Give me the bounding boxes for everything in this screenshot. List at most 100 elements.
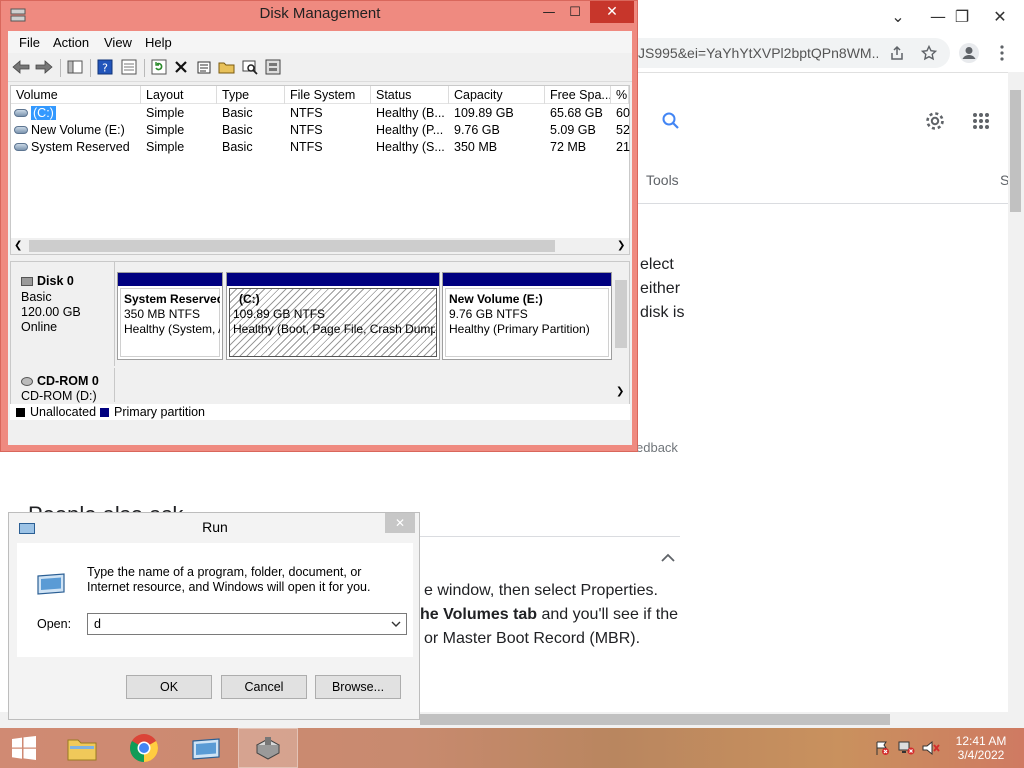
browser-vertical-scroll-thumb[interactable] xyxy=(1010,90,1021,212)
partition-status: Healthy (Primary Partition) xyxy=(449,322,590,336)
system-clock[interactable]: 12:41 AM 3/4/2022 xyxy=(940,734,1022,762)
partition-new-volume-e[interactable]: New Volume (E:) 9.76 GB NTFS Healthy (Pr… xyxy=(442,272,612,360)
cancel-button[interactable]: Cancel xyxy=(221,675,307,699)
forward-arrow-icon[interactable] xyxy=(35,58,53,76)
cdrom-0-label[interactable]: CD-ROM 0 CD-ROM (D:) xyxy=(11,368,115,403)
clock-time: 12:41 AM xyxy=(955,734,1007,748)
partition-size: 109.89 GB NTFS xyxy=(233,307,326,321)
answer-line: or Master Boot Record (MBR). xyxy=(424,630,641,647)
start-button[interactable] xyxy=(0,728,48,768)
scroll-left-arrow-icon[interactable]: ❮ xyxy=(14,240,22,251)
disk-graphical-view[interactable]: Disk 0 Basic 120.00 GB Online System Res… xyxy=(10,261,630,419)
menu-action[interactable]: Action xyxy=(53,35,89,50)
snippet-line: elect xyxy=(640,256,674,273)
column-header-layout[interactable]: Layout xyxy=(141,86,217,104)
hard-disk-icon xyxy=(21,277,33,286)
disk-0-label[interactable]: Disk 0 Basic 120.00 GB Online xyxy=(11,262,115,366)
toolbar-separator xyxy=(144,59,145,77)
volume-drive-icon xyxy=(14,109,28,117)
volume-status: Healthy (S... xyxy=(376,140,445,154)
run-close-button[interactable]: ✕ xyxy=(385,513,415,533)
menu-view[interactable]: View xyxy=(104,35,132,50)
action-center-flag-icon[interactable] xyxy=(874,740,890,760)
browser-horizontal-scroll-thumb[interactable] xyxy=(420,714,890,725)
answer-line: e window, then select Properties. xyxy=(424,582,658,599)
chevron-down-icon[interactable] xyxy=(388,615,404,633)
menu-help[interactable]: Help xyxy=(145,35,172,50)
column-header-free-space[interactable]: Free Spa... xyxy=(545,86,611,104)
volume-percent-free: 52 xyxy=(616,123,630,137)
volume-name[interactable]: New Volume (E:) xyxy=(31,122,139,139)
volume-layout: Simple xyxy=(146,106,185,120)
disk-settings-icon[interactable] xyxy=(264,58,282,76)
volume-list[interactable]: Volume Layout Type File System Status Ca… xyxy=(10,85,630,255)
partition-c-drive[interactable]: (C:) 109.89 GB NTFS Healthy (Boot, Page … xyxy=(226,272,440,360)
bookmark-star-icon[interactable] xyxy=(918,42,940,64)
column-header-file-system[interactable]: File System xyxy=(285,86,371,104)
ok-button[interactable]: OK xyxy=(126,675,212,699)
taskbar: 12:41 AM 3/4/2022 xyxy=(0,728,1024,768)
volume-free-space: 65.68 GB xyxy=(550,106,603,120)
volume-name[interactable]: System Reserved xyxy=(31,139,139,156)
volume-row[interactable]: New Volume (E:) Simple Basic NTFS Health… xyxy=(11,122,630,139)
tools-tab[interactable]: Tools xyxy=(646,172,679,188)
search-disk-icon[interactable] xyxy=(241,58,259,76)
feedback-link[interactable]: edback xyxy=(636,440,678,455)
volume-muted-icon[interactable] xyxy=(922,740,940,760)
close-button[interactable]: ✕ xyxy=(590,1,634,23)
volume-row[interactable]: System Reserved Simple Basic NTFS Health… xyxy=(11,139,630,156)
file-explorer-icon[interactable] xyxy=(52,728,112,768)
kebab-menu-icon[interactable] xyxy=(994,42,1010,64)
minimize-button[interactable]: — xyxy=(537,1,561,23)
settings-gear-icon[interactable] xyxy=(922,108,948,134)
volume-type: Basic xyxy=(222,140,253,154)
open-combobox[interactable]: d xyxy=(87,613,407,635)
checklist-icon[interactable] xyxy=(195,58,213,76)
browser-restore-button[interactable]: ❐ xyxy=(942,0,982,32)
disk-management-taskbar-icon[interactable] xyxy=(238,728,298,768)
menu-file[interactable]: File xyxy=(19,35,40,50)
volume-name[interactable]: (C:) xyxy=(31,106,56,120)
chrome-icon[interactable] xyxy=(114,728,174,768)
apps-grid-icon[interactable] xyxy=(968,108,994,134)
delete-x-icon[interactable] xyxy=(172,58,190,76)
help-icon[interactable]: ? xyxy=(96,58,114,76)
search-icon[interactable] xyxy=(658,108,684,134)
column-header-type[interactable]: Type xyxy=(217,86,285,104)
chevron-up-icon[interactable] xyxy=(658,548,678,568)
volume-drive-icon xyxy=(14,143,28,151)
volume-type: Basic xyxy=(222,106,253,120)
clock-date: 3/4/2022 xyxy=(957,748,1005,762)
share-icon[interactable] xyxy=(886,42,908,64)
scroll-right-arrow-icon[interactable]: ❯ xyxy=(617,240,625,251)
properties-icon[interactable] xyxy=(120,58,138,76)
profile-avatar-icon[interactable] xyxy=(956,40,982,66)
console-tree-icon[interactable] xyxy=(66,58,84,76)
legend-label: Unallocated xyxy=(30,405,97,419)
column-header-capacity[interactable]: Capacity xyxy=(449,86,545,104)
scroll-down-arrow-icon[interactable]: ❯ xyxy=(616,386,624,397)
back-arrow-icon[interactable] xyxy=(12,58,30,76)
volume-row[interactable]: (C:) Simple Basic NTFS Healthy (B... 109… xyxy=(11,105,630,122)
address-bar-url[interactable]: JS995&ei=YaYhYtXVPl2bptQPn8WM... xyxy=(638,45,878,61)
maximize-button[interactable]: ☐ xyxy=(563,1,587,23)
partition-size: 9.76 GB NTFS xyxy=(449,307,528,321)
refresh-icon[interactable] xyxy=(150,58,168,76)
volume-file-system: NTFS xyxy=(290,106,323,120)
volume-list-scroll-thumb[interactable] xyxy=(29,240,555,252)
legend-swatch-primary xyxy=(100,408,109,417)
browse-button[interactable]: Browse... xyxy=(315,675,401,699)
column-header-volume[interactable]: Volume xyxy=(11,86,141,104)
column-header-percent-free[interactable]: % F xyxy=(611,86,629,104)
browser-close-button[interactable]: ✕ xyxy=(980,0,1020,32)
disk-0-size: 120.00 GB xyxy=(21,305,81,319)
run-taskbar-icon[interactable] xyxy=(176,728,236,768)
open-input-value[interactable]: d xyxy=(94,617,101,631)
open-folder-icon[interactable] xyxy=(218,58,236,76)
volume-percent-free: 21 xyxy=(616,140,630,154)
chevron-down-icon[interactable]: ⌄ xyxy=(878,0,918,32)
partition-system-reserved[interactable]: System Reserved 350 MB NTFS Healthy (Sys… xyxy=(117,272,223,360)
column-header-status[interactable]: Status xyxy=(371,86,449,104)
network-icon[interactable] xyxy=(898,740,916,760)
graph-scroll-thumb[interactable] xyxy=(615,280,627,348)
